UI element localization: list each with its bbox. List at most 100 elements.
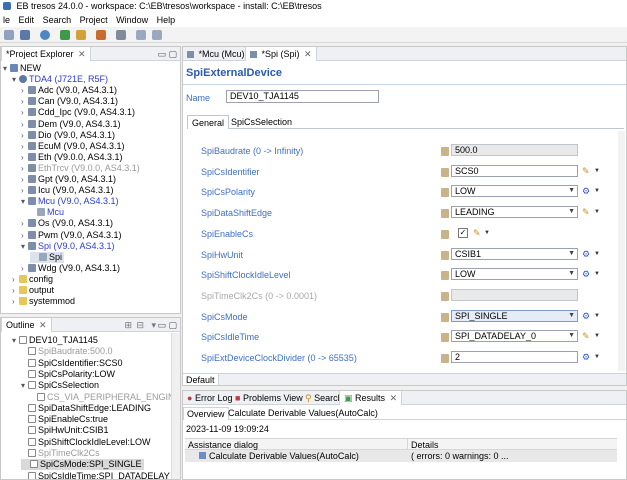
menu-project[interactable]: Project — [77, 15, 111, 25]
back-icon[interactable] — [136, 30, 146, 40]
outline-item-spicspolarity-low[interactable]: SpiCsPolarity:LOW — [21, 369, 115, 380]
calculated-value-icon[interactable]: ⚙ — [582, 311, 590, 322]
spicspolarity-combo[interactable]: LOW ▼ — [451, 185, 578, 198]
spidatashiftedge-combo[interactable]: LEADING ▼ — [451, 206, 578, 219]
config-class-icon[interactable] — [441, 167, 449, 177]
verify-icon[interactable] — [76, 30, 86, 40]
spicsidentifier-field[interactable]: SCS0 — [451, 164, 578, 177]
chevron-down-icon[interactable]: ▼ — [568, 249, 575, 259]
close-icon[interactable]: ✕ — [390, 393, 398, 403]
chevron-down-icon[interactable]: ▼ — [568, 331, 575, 341]
tab-general[interactable]: General — [187, 115, 230, 129]
tree-item-ecum-v9-0-as4-3-1[interactable]: › EcuM (V9.0, AS4.3.1) — [21, 141, 125, 152]
collapsed-arrow-icon[interactable]: › — [12, 296, 19, 307]
expanded-arrow-icon[interactable]: ▾ — [3, 63, 10, 74]
tree-item-can-v9-0-as4-3-1[interactable]: › Can (V9.0, AS4.3.1) — [21, 96, 118, 107]
tab-spics-selection[interactable]: SpiCsSelection — [227, 115, 296, 129]
tab-default[interactable]: Default — [183, 374, 219, 385]
expanded-arrow-icon[interactable]: ▾ — [21, 241, 28, 252]
tree-item-spi[interactable]: Spi — [30, 251, 65, 263]
config-class-icon[interactable] — [441, 209, 449, 219]
table-row[interactable]: Calculate Derivable Values(AutoCalc) ( e… — [185, 450, 617, 462]
config-class-icon[interactable] — [441, 188, 449, 198]
dropdown-arrow-icon[interactable]: ▼ — [594, 271, 600, 277]
close-icon[interactable]: ✕ — [78, 49, 86, 59]
tab-overview[interactable]: Overview — [183, 407, 229, 420]
chevron-down-icon[interactable]: ▼ — [568, 207, 575, 217]
tab-problems-view[interactable]: ■ Problems View — [231, 391, 307, 405]
pencil-icon[interactable]: ✎ — [473, 228, 481, 239]
tree-item-gpt-v9-0-as4-3-1[interactable]: › Gpt (V9.0, AS4.3.1) — [21, 174, 116, 185]
config-class-icon[interactable] — [441, 250, 449, 260]
menu-help[interactable]: Help — [154, 15, 179, 25]
tree-item-pwm-v9-0-as4-3-1[interactable]: › Pwm (V9.0, AS4.3.1) — [21, 230, 122, 241]
tree-item-mcu-v9-0-as4-3-1[interactable]: ▾ Mcu (V9.0, AS4.3.1) — [21, 196, 119, 207]
tree-item-output[interactable]: › output — [12, 285, 54, 296]
calculated-value-icon[interactable]: ⚙ — [582, 352, 590, 363]
config-class-icon[interactable] — [441, 354, 449, 363]
maximize-icon[interactable]: ▢ — [168, 320, 177, 331]
outline-scrollbar[interactable] — [171, 333, 180, 479]
close-icon[interactable]: ✕ — [304, 49, 312, 59]
spiextdeviceclockdivider-field[interactable]: 2 — [451, 351, 578, 363]
spibaudrate-field[interactable]: 500.0 — [451, 144, 578, 156]
pencil-icon[interactable]: ✎ — [582, 331, 590, 342]
tree-item-config[interactable]: › config — [12, 274, 53, 285]
outline-item-spicsmode-spi-single[interactable]: SpiCsMode:SPI_SINGLE — [21, 459, 144, 471]
tab-spi-editor[interactable]: *Spi (Spi) ✕ — [245, 47, 317, 61]
outline-item-spidatashiftedge-leading[interactable]: SpiDataShiftEdge:LEADING — [21, 403, 151, 414]
dropdown-arrow-icon[interactable]: ▼ — [594, 209, 600, 215]
generate-icon[interactable] — [60, 30, 70, 40]
collapsed-arrow-icon[interactable]: › — [21, 107, 28, 118]
collapsed-arrow-icon[interactable]: › — [21, 152, 28, 163]
outline-item-cs-via-peripheral-engine[interactable]: CS_VIA_PERIPHERAL_ENGINE — [30, 392, 180, 403]
outline-item-spitimeclk2cs[interactable]: SpiTimeClk2Cs — [21, 448, 100, 459]
menu-search[interactable]: Search — [40, 15, 75, 25]
calculated-value-icon[interactable]: ⚙ — [582, 269, 590, 280]
calculated-value-icon[interactable]: ⚙ — [582, 249, 590, 260]
collapsed-arrow-icon[interactable]: › — [21, 96, 28, 107]
editor-scrollbar[interactable] — [618, 131, 625, 371]
tab-autocalc[interactable]: Calculate Derivable Values(AutoCalc) — [225, 407, 381, 420]
maximize-icon[interactable]: ▢ — [168, 49, 177, 60]
spihwunit-combo[interactable]: CSIB1 ▼ — [451, 247, 578, 260]
name-input[interactable]: DEV10_TJA1145 — [226, 90, 379, 103]
tree-item-eth-v9-0-0-as4-3-1[interactable]: › Eth (V9.0.0, AS4.3.1) — [21, 152, 123, 163]
tree-item-spi-v9-0-as4-3-1[interactable]: ▾ Spi (V9.0, AS4.3.1) — [21, 241, 115, 252]
spienablecs-checkbox[interactable]: ✓ — [458, 227, 468, 238]
config-class-icon[interactable] — [441, 271, 449, 281]
pencil-icon[interactable]: ✎ — [582, 166, 590, 177]
minimize-icon[interactable]: ▭ — [157, 320, 166, 331]
tree-item-cdd-ipc-v9-0-as4-3-1[interactable]: › Cdd_Ipc (V9.0, AS4.3.1) — [21, 107, 135, 118]
column-details[interactable]: Details — [411, 440, 439, 450]
collapsed-arrow-icon[interactable]: › — [21, 230, 28, 241]
spitimeclk2cs-field[interactable] — [451, 288, 578, 301]
collapsed-arrow-icon[interactable]: › — [21, 119, 28, 130]
dropdown-arrow-icon[interactable]: ▼ — [594, 313, 600, 319]
tab-outline[interactable]: Outline ✕ — [1, 318, 52, 332]
expanded-arrow-icon[interactable]: ▾ — [21, 196, 28, 207]
globe-icon[interactable] — [40, 30, 50, 40]
calculated-value-icon[interactable]: ⚙ — [582, 186, 590, 197]
tree-item-systemmod[interactable]: › systemmod — [12, 296, 75, 307]
forward-icon[interactable] — [152, 30, 162, 40]
wizard-icon[interactable] — [96, 30, 106, 40]
collapsed-arrow-icon[interactable]: › — [21, 130, 28, 141]
save-icon[interactable] — [20, 30, 30, 40]
outline-item-dev10-tja1145[interactable]: ▾ DEV10_TJA1145 — [12, 335, 98, 346]
config-class-icon[interactable] — [441, 147, 449, 156]
outline-item-spihwunit-csib1[interactable]: SpiHwUnit:CSIB1 — [21, 425, 109, 436]
tree-item-wdg-v9-0-as4-3-1[interactable]: › Wdg (V9.0, AS4.3.1) — [21, 263, 120, 274]
tree-item-os-v9-0-as4-3-1[interactable]: › Os (V9.0, AS4.3.1) — [21, 218, 113, 229]
expanded-arrow-icon[interactable]: ▾ — [12, 74, 19, 85]
menu-window[interactable]: Window — [113, 15, 151, 25]
collapsed-arrow-icon[interactable]: › — [12, 274, 19, 285]
dropdown-arrow-icon[interactable]: ▼ — [594, 333, 600, 339]
spishiftclockidlelevel-combo[interactable]: LOW ▼ — [451, 268, 578, 281]
settings-icon[interactable] — [116, 30, 126, 40]
chevron-down-icon[interactable]: ▼ — [568, 311, 575, 321]
outline-item-spicsidletime-spi-datadelay-0[interactable]: SpiCsIdleTime:SPI_DATADELAY_0 — [21, 471, 180, 479]
tree-item-icu-v9-0-as4-3-1[interactable]: › Icu (V9.0, AS4.3.1) — [21, 185, 114, 196]
config-class-icon[interactable] — [441, 333, 449, 343]
expanded-arrow-icon[interactable]: ▾ — [12, 335, 19, 346]
